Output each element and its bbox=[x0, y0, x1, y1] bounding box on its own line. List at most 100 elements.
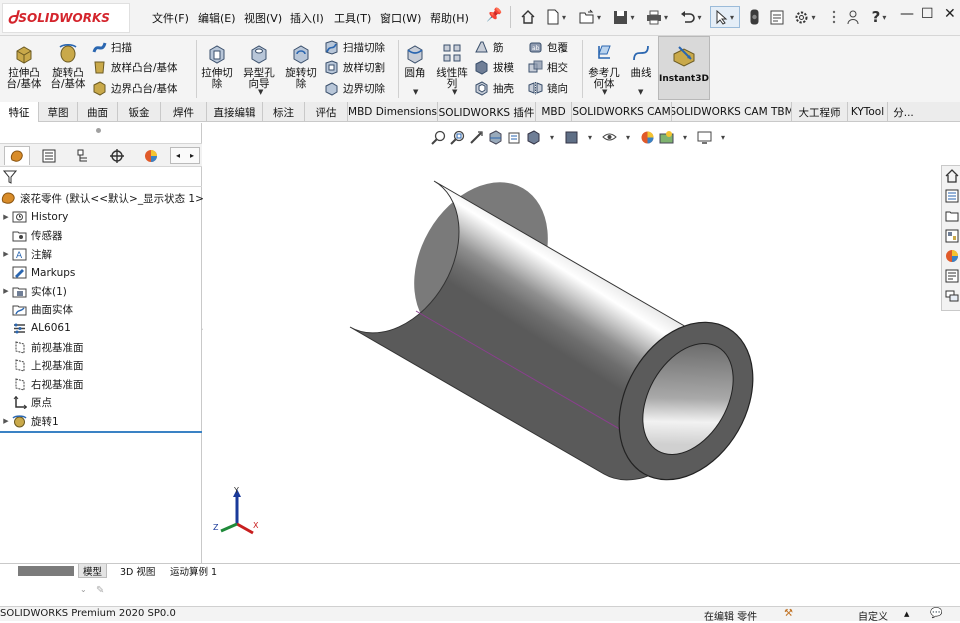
extrude-boss-button[interactable]: 拉伸凸台/基体 bbox=[4, 38, 44, 90]
menu-view[interactable]: 视图(V) bbox=[244, 10, 282, 26]
menu-file[interactable]: 文件(F) bbox=[152, 10, 189, 26]
chevron-up-icon[interactable]: ▲ bbox=[904, 610, 909, 618]
options-button[interactable]: ▾ bbox=[790, 6, 820, 28]
tab-configuration-manager[interactable] bbox=[70, 146, 96, 165]
expand-arrow-icon[interactable]: ▶ bbox=[0, 213, 12, 221]
tab-dimxpert-manager[interactable] bbox=[104, 146, 130, 165]
dynamic-annotation-icon[interactable] bbox=[506, 129, 522, 145]
pin-icon[interactable]: 📌 bbox=[486, 8, 502, 23]
solidworks-resources-icon[interactable] bbox=[943, 167, 960, 185]
traffic-light-icon[interactable] bbox=[746, 6, 762, 28]
tab-features[interactable]: 特征 bbox=[0, 102, 39, 122]
lofted-cut-button[interactable]: 放样切割 bbox=[324, 58, 385, 76]
menu-edit[interactable]: 编辑(E) bbox=[198, 10, 236, 26]
tree-root[interactable]: 滚花零件 (默认<<默认>_显示状态 1>) bbox=[0, 189, 208, 208]
tab-mbd[interactable]: MBD bbox=[536, 102, 572, 122]
display-style-icon[interactable] bbox=[563, 129, 579, 145]
new-document-button[interactable]: ▾ bbox=[541, 6, 571, 28]
file-explorer-icon[interactable] bbox=[943, 207, 960, 225]
forum-icon[interactable] bbox=[943, 287, 960, 305]
tree-item-solid-bodies[interactable]: ▶ 实体(1) bbox=[0, 282, 202, 301]
sweep-button[interactable]: 扫描 bbox=[92, 38, 132, 56]
open-document-button[interactable]: ▾ bbox=[574, 6, 606, 28]
tree-item-sensors[interactable]: 传感器 bbox=[0, 226, 202, 245]
tab-mbd-dimensions[interactable]: MBD Dimensions bbox=[348, 102, 438, 122]
tab-surfaces[interactable]: 曲面 bbox=[78, 102, 118, 122]
rollback-bar[interactable] bbox=[0, 431, 202, 433]
graphics-area[interactable]: Y X Z bbox=[203, 123, 941, 563]
minimize-icon[interactable]: — bbox=[900, 6, 914, 22]
print-button[interactable]: ▾ bbox=[642, 6, 672, 28]
boundary-cut-button[interactable]: 边界切除 bbox=[324, 79, 385, 97]
boundary-boss-button[interactable]: 边界凸台/基体 bbox=[92, 79, 178, 97]
user-icon[interactable] bbox=[844, 6, 862, 28]
apply-scene-icon[interactable] bbox=[658, 129, 674, 145]
shell-button[interactable]: 抽壳 bbox=[474, 79, 514, 97]
tab-evaluate[interactable]: 评估 bbox=[305, 102, 348, 122]
chevron-down-icon[interactable]: ▼ bbox=[258, 88, 263, 96]
select-button[interactable]: ▾ bbox=[710, 6, 740, 28]
chevron-down-icon[interactable]: ⌄ bbox=[80, 585, 87, 594]
tree-item-annotations[interactable]: ▶ A 注解 bbox=[0, 245, 202, 264]
hole-wizard-button[interactable]: 异型孔向导 bbox=[240, 38, 278, 90]
edit-appearance-icon[interactable] bbox=[639, 129, 655, 145]
menu-insert[interactable]: 插入(I) bbox=[290, 10, 324, 26]
solidworks-logo[interactable]: Ꮷ SOLIDWORKS bbox=[2, 3, 130, 33]
hide-show-items-icon[interactable] bbox=[601, 129, 617, 145]
revolve-boss-button[interactable]: 旋转凸台/基体 bbox=[48, 38, 88, 90]
panel-grip-icon[interactable] bbox=[96, 128, 101, 133]
extrude-cut-button[interactable]: 拉伸切除 bbox=[198, 38, 236, 90]
chevron-down-icon[interactable]: ▾ bbox=[715, 129, 731, 145]
save-button[interactable]: ▾ bbox=[610, 6, 638, 28]
tab-scroll-buttons[interactable] bbox=[18, 566, 74, 576]
view-palette-icon[interactable] bbox=[943, 227, 960, 245]
tree-item-material[interactable]: AL6061 bbox=[0, 319, 202, 338]
chevron-down-icon[interactable]: ▾ bbox=[544, 129, 560, 145]
chevron-down-icon[interactable]: ▾ bbox=[582, 129, 598, 145]
expand-arrow-icon[interactable]: ▶ bbox=[0, 417, 12, 425]
tab-solidworks-cam-tbm[interactable]: SOLIDWORKS CAM TBM bbox=[672, 102, 792, 122]
fillet-button[interactable]: 圆角 bbox=[400, 38, 430, 79]
help-button[interactable]: ? ▾ bbox=[866, 6, 892, 28]
zoom-to-fit-icon[interactable] bbox=[430, 129, 446, 145]
loft-boss-button[interactable]: 放样凸台/基体 bbox=[92, 58, 178, 76]
tab-sheet-metal[interactable]: 钣金 bbox=[118, 102, 161, 122]
chevron-left-icon[interactable]: ◂ bbox=[171, 148, 185, 163]
expand-arrow-icon[interactable]: ▶ bbox=[0, 250, 12, 258]
tab-property-manager[interactable] bbox=[36, 146, 62, 165]
home-icon[interactable] bbox=[518, 6, 538, 28]
maximize-icon[interactable]: ☐ bbox=[921, 6, 934, 22]
wrap-button[interactable]: ab 包覆 bbox=[528, 38, 568, 56]
rebuild-icon[interactable]: ⚒ bbox=[784, 608, 793, 619]
view-settings-icon[interactable] bbox=[696, 129, 712, 145]
design-library-icon[interactable] bbox=[943, 187, 960, 205]
view-orientation-icon[interactable] bbox=[525, 129, 541, 145]
linear-pattern-button[interactable]: 线性阵列 bbox=[432, 38, 472, 90]
chevron-down-icon[interactable]: ▼ bbox=[602, 88, 607, 96]
chevron-down-icon[interactable]: ▼ bbox=[638, 88, 643, 96]
mirror-button[interactable]: 镜向 bbox=[528, 79, 568, 97]
instant3d-button[interactable]: Instant3D bbox=[658, 36, 710, 100]
tab-motion-study[interactable]: 运动算例 1 bbox=[166, 564, 221, 578]
tree-item-markups[interactable]: Markups bbox=[0, 263, 202, 282]
revolve-cut-button[interactable]: 旋转切除 bbox=[282, 38, 320, 90]
swept-cut-button[interactable]: 扫描切除 bbox=[324, 38, 385, 56]
file-properties-icon[interactable] bbox=[766, 6, 788, 28]
tree-item-history[interactable]: ▶ History bbox=[0, 208, 202, 227]
tree-item-front-plane[interactable]: 前视基准面 bbox=[0, 338, 202, 357]
tree-item-origin[interactable]: 原点 bbox=[0, 394, 202, 413]
menu-help[interactable]: 帮助(H) bbox=[430, 10, 469, 26]
appearances-icon[interactable] bbox=[943, 247, 960, 265]
tab-display-manager[interactable] bbox=[138, 146, 164, 165]
model-view[interactable]: Y X Z bbox=[203, 123, 941, 563]
chevron-down-icon[interactable]: ▼ bbox=[413, 88, 418, 96]
tab-markup[interactable]: 标注 bbox=[263, 102, 305, 122]
reference-geometry-button[interactable]: 参考几何体 bbox=[585, 38, 623, 90]
previous-view-icon[interactable] bbox=[468, 129, 484, 145]
menu-tools[interactable]: 工具(T) bbox=[334, 10, 371, 26]
chevron-down-icon[interactable]: ▼ bbox=[452, 88, 457, 96]
tree-item-revolve1[interactable]: ▶ 旋转1 bbox=[0, 412, 202, 431]
tab-3d-views[interactable]: 3D 视图 bbox=[116, 564, 159, 578]
menu-window[interactable]: 窗口(W) bbox=[380, 10, 421, 26]
chevron-down-icon[interactable]: ▾ bbox=[677, 129, 693, 145]
